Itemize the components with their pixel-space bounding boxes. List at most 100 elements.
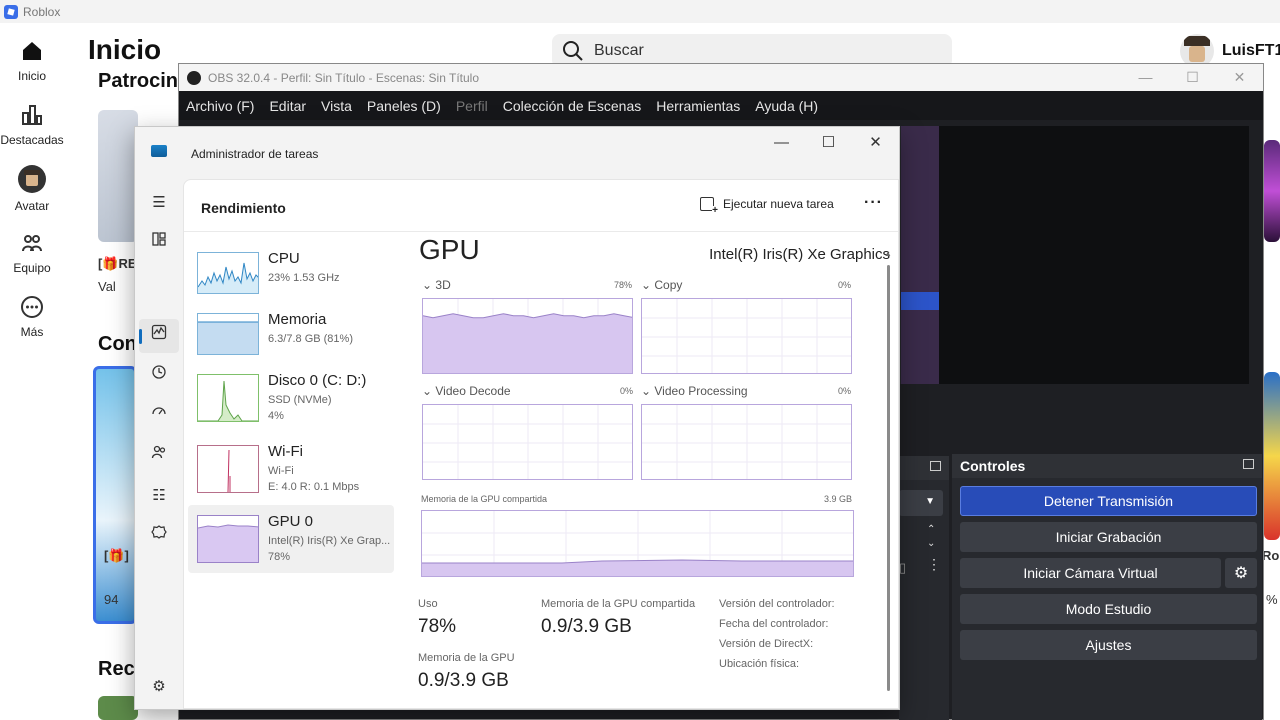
studio-mode-button[interactable]: Modo Estudio [960, 594, 1257, 624]
dropdown-arrow-icon[interactable]: ▼ [925, 496, 935, 507]
gpu-memory-value: 0.9/3.9 GB [418, 670, 509, 691]
startup-apps-icon[interactable] [147, 404, 171, 428]
roblox-logo-icon [4, 4, 18, 19]
run-new-task-label: Ejecutar nueva tarea [723, 197, 834, 211]
obs-logo-icon [187, 70, 201, 85]
services-icon[interactable] [147, 524, 171, 548]
task-manager-nav-rail: ☰ ☷ ⚙ [135, 179, 183, 709]
nav-item-more[interactable]: Más [0, 295, 64, 339]
game-card-selected[interactable] [93, 366, 137, 624]
scrollbar[interactable] [887, 265, 890, 691]
engine-pct: 0% [838, 386, 852, 396]
card-label: [🎁RE [98, 256, 137, 271]
game-card-bottom[interactable] [98, 696, 138, 720]
dock-float-icon[interactable] [1243, 459, 1254, 469]
virtual-camera-settings-button[interactable]: ⚙ [1225, 558, 1257, 588]
page-title: Inicio [88, 34, 162, 65]
engine-select-video-processing[interactable]: ⌄ Video Processing [641, 384, 748, 398]
settings-button[interactable]: Ajustes [960, 630, 1257, 660]
resource-item-cpu[interactable]: CPU 23% 1.53 GHz [188, 242, 394, 310]
run-new-task-button[interactable]: Ejecutar nueva tarea [700, 197, 834, 216]
resource-detail: 6.3/7.8 GB (81%) [268, 333, 353, 345]
new-task-icon [700, 197, 718, 216]
engine-select-copy[interactable]: ⌄ Copy [641, 278, 682, 292]
nav-item-featured[interactable]: Destacadas [0, 103, 64, 147]
app-history-icon[interactable] [147, 364, 171, 388]
game-card-right[interactable] [1264, 140, 1280, 242]
section-recommended: Rec [98, 658, 135, 680]
spin-up-icon[interactable]: ⌃ [927, 524, 935, 535]
username: LuisFT1 [1222, 42, 1280, 59]
nav-label-more: Más [20, 325, 44, 339]
resource-item-disk[interactable]: Disco 0 (C: D:) SSD (NVMe) 4% [188, 364, 394, 432]
game-card-right-2[interactable] [1264, 372, 1280, 540]
gpu-thumbnail [197, 515, 259, 563]
engine-label: Video Decode [435, 384, 511, 398]
settings-gear-icon[interactable]: ⚙ [147, 675, 171, 699]
resource-name: GPU 0 [268, 513, 314, 530]
resource-name: Memoria [268, 311, 327, 328]
stop-stream-button[interactable]: Detener Transmisión [960, 486, 1257, 516]
menu-help[interactable]: Ayuda (H) [755, 98, 818, 114]
performance-header: Rendimiento Ejecutar nueva tarea ··· [184, 180, 898, 232]
users-icon[interactable] [147, 444, 171, 468]
maximize-icon[interactable]: ☐ [805, 127, 852, 159]
engine-select-3d[interactable]: ⌄ 3D [422, 278, 451, 292]
directx-version-label: Versión de DirectX: [719, 638, 814, 650]
obs-window-title: OBS 32.0.4 - Perfil: Sin Título - Escena… [208, 70, 480, 85]
start-virtual-camera-button[interactable]: Iniciar Cámara Virtual [960, 558, 1221, 588]
engine-graph-3d-svg [423, 299, 632, 373]
obs-menubar: Archivo (F) Editar Vista Paneles (D) Per… [179, 91, 1263, 120]
close-icon[interactable]: ✕ [852, 127, 899, 159]
resource-item-memory[interactable]: Memoria 6.3/7.8 GB (81%) [188, 303, 394, 371]
more-options-icon[interactable]: ··· [864, 194, 883, 212]
menu-file[interactable]: Archivo (F) [186, 98, 254, 114]
nav-item-team[interactable]: Equipo [0, 231, 64, 275]
right-card-label: Rob [1262, 548, 1280, 563]
memory-thumbnail [197, 313, 259, 355]
maximize-icon[interactable]: ☐ [1169, 64, 1216, 91]
task-manager-window: Administrador de tareas — ☐ ✕ ☰ ☷ ⚙ Rend… [134, 126, 900, 710]
menu-scene-collection[interactable]: Colección de Escenas [503, 98, 642, 114]
scroll-up-icon[interactable]: ▲ [884, 249, 892, 258]
resource-item-wifi[interactable]: Wi-Fi Wi-Fi E: 4.0 R: 0.1 Mbps [188, 435, 394, 503]
engine-select-video-decode[interactable]: ⌄ Video Decode [422, 384, 511, 398]
resource-item-gpu[interactable]: GPU 0 Intel(R) Iris(R) Xe Grap... 78% [188, 505, 394, 573]
game-card-thumbnail[interactable] [98, 110, 138, 242]
card-label-2: [🎁] [104, 548, 129, 563]
minimize-icon[interactable]: — [758, 127, 805, 159]
menu-docks[interactable]: Paneles (D) [367, 98, 441, 114]
controls-title: Controles [960, 458, 1026, 474]
avatar-icon [18, 165, 46, 193]
dock-float-icon[interactable] [930, 461, 941, 471]
nav-item-home[interactable]: Inicio [0, 39, 64, 83]
kebab-menu-icon[interactable]: ⋮ [927, 556, 941, 573]
resource-usage: 78% [268, 551, 291, 563]
task-manager-logo-icon [151, 145, 167, 157]
details-icon[interactable]: ☷ [147, 484, 171, 508]
performance-title: Rendimiento [201, 200, 286, 216]
performance-icon[interactable] [147, 324, 171, 348]
resource-detail: Intel(R) Iris(R) Xe Grap... [268, 535, 391, 547]
hamburger-menu-icon[interactable]: ☰ [147, 191, 171, 215]
resource-detail: SSD (NVMe) [268, 394, 332, 406]
nav-item-avatar[interactable]: Avatar [0, 165, 64, 213]
roblox-sidebar: Inicio Destacadas Avatar Equipo Más [0, 23, 64, 720]
driver-date-label: Fecha del controlador: [719, 618, 829, 630]
menu-view[interactable]: Vista [321, 98, 352, 114]
menu-tools[interactable]: Herramientas [656, 98, 740, 114]
minimize-icon[interactable]: — [1122, 64, 1169, 91]
start-recording-button[interactable]: Iniciar Grabación [960, 522, 1257, 552]
menu-edit[interactable]: Editar [269, 98, 306, 114]
shared-memory-label: Memoria de la GPU compartida [541, 598, 696, 610]
trash-icon[interactable]: ▯ [899, 560, 906, 576]
chart-icon [20, 103, 44, 127]
driver-version-label: Versión del controlador: [719, 598, 835, 610]
team-icon [20, 231, 44, 255]
processes-icon[interactable] [147, 231, 171, 255]
close-icon[interactable]: ✕ [1216, 64, 1263, 91]
spin-down-icon[interactable]: ⌄ [927, 538, 935, 549]
engine-graph-copy [641, 298, 852, 374]
engine-graph-video-decode [422, 404, 633, 480]
usage-label: Uso [418, 598, 438, 610]
